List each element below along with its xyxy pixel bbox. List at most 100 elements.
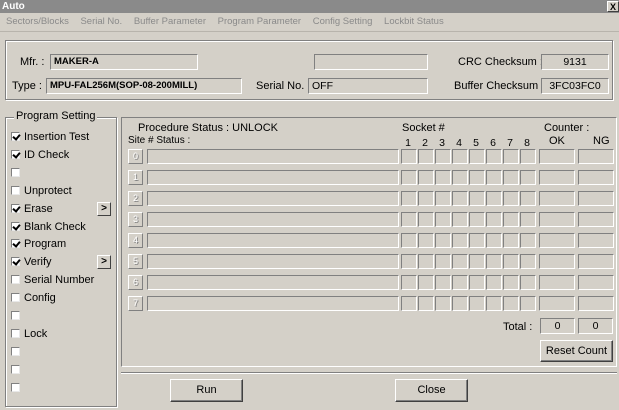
expand-arrow-button[interactable]: > (97, 255, 111, 270)
menu-item-buffer-parameter[interactable]: Buffer Parameter (134, 16, 206, 27)
socket-cell (452, 170, 468, 185)
expand-arrow-button[interactable]: > (97, 201, 111, 216)
checkbox-label: Insertion Test (24, 131, 90, 143)
checkbox-box[interactable] (11, 203, 20, 213)
menu-item-program-parameter[interactable]: Program Parameter (218, 16, 301, 27)
checkbox-blank-13[interactable] (11, 364, 24, 378)
socket-cell (401, 212, 417, 227)
site-button-1[interactable]: 1 (128, 170, 143, 185)
checkbox-box[interactable] (11, 346, 20, 356)
socket-cell (469, 296, 485, 311)
socket-cell (418, 170, 434, 185)
site-status-field (147, 233, 399, 248)
checkbox-box[interactable] (11, 257, 20, 267)
socket-cell (503, 191, 519, 206)
buffer-checksum-field: 3FC03FC0 (541, 78, 609, 94)
socket-cell (486, 149, 502, 164)
ok-count-field (539, 233, 575, 248)
site-button-6[interactable]: 6 (128, 275, 143, 290)
menu-item-config-setting[interactable]: Config Setting (313, 16, 373, 27)
checkbox-box[interactable] (11, 221, 20, 231)
checkbox-label: Blank Check (24, 220, 86, 233)
socket-cell (401, 191, 417, 206)
close-button[interactable]: Close (395, 379, 468, 402)
checkbox-blank-check[interactable]: Blank Check (11, 221, 86, 235)
checkbox-erase[interactable]: Erase (11, 203, 53, 217)
checkbox-box[interactable] (11, 185, 20, 195)
socket-cell (401, 275, 417, 290)
socket-cell (520, 170, 536, 185)
menu-bar: Sectors/Blocks Serial No. Buffer Paramet… (0, 13, 619, 32)
ok-count-field (539, 296, 575, 311)
socket-cell (435, 149, 451, 164)
socket-cell (469, 149, 485, 164)
ng-count-field (578, 149, 614, 164)
socket-cell (486, 275, 502, 290)
socket-cell (469, 233, 485, 248)
socket-cell (418, 275, 434, 290)
checkbox-serial-number[interactable]: Serial Number (11, 274, 94, 288)
ok-header: OK (549, 135, 565, 147)
socket-cell (486, 191, 502, 206)
menu-item-serial-no[interactable]: Serial No. (80, 16, 122, 27)
checkbox-verify[interactable]: Verify (11, 256, 52, 270)
socket-cell (486, 254, 502, 269)
checkbox-box[interactable] (11, 132, 20, 141)
mfr-field: MAKER-A (50, 54, 198, 70)
socket-cell (418, 254, 434, 269)
checkbox-lock[interactable]: Lock (11, 328, 47, 342)
checkbox-program[interactable]: Program (11, 238, 66, 252)
socket-cell (401, 170, 417, 185)
menu-item-sectors-blocks[interactable]: Sectors/Blocks (6, 16, 69, 27)
checkbox-insertion-test[interactable]: Insertion Test (11, 131, 89, 145)
ok-count-field (539, 170, 575, 185)
site-button-3[interactable]: 3 (128, 212, 143, 227)
checkbox-box[interactable] (11, 149, 20, 159)
checkbox-box[interactable] (11, 239, 20, 249)
socket-cell (520, 296, 536, 311)
type-field: MPU-FAL256M(SOP-08-200MILL) (46, 78, 242, 94)
checkbox-id-check[interactable]: ID Check (11, 149, 69, 163)
checkbox-blank-2[interactable] (11, 167, 24, 181)
socket-number-6: 6 (490, 137, 496, 149)
site-button-0[interactable]: 0 (128, 149, 143, 164)
checkbox-unprotect[interactable]: Unprotect (11, 185, 72, 199)
checkbox-box[interactable] (11, 328, 20, 338)
socket-number-2: 2 (422, 137, 428, 149)
checkbox-label: Verify (24, 256, 52, 269)
menu-item-lockbit-status[interactable]: Lockbit Status (384, 16, 444, 27)
checkbox-box[interactable] (11, 311, 20, 320)
socket-cell (520, 191, 536, 206)
site-status-field (147, 191, 399, 206)
checkbox-box[interactable] (11, 364, 20, 374)
ng-count-field (578, 191, 614, 206)
checkbox-box[interactable] (11, 382, 20, 392)
socket-cell (469, 170, 485, 185)
socket-cell (418, 296, 434, 311)
checkbox-box[interactable] (11, 167, 20, 177)
socket-number-4: 4 (456, 137, 462, 149)
close-icon[interactable]: X (607, 1, 619, 12)
device-info-panel: Mfr. : MAKER-A Type : MPU-FAL256M(SOP-08… (5, 40, 613, 100)
run-button[interactable]: Run (170, 379, 243, 402)
checkbox-blank-10[interactable] (11, 310, 24, 324)
checkbox-box[interactable] (11, 293, 20, 303)
window-titlebar: Auto X (0, 0, 619, 13)
checkbox-config[interactable]: Config (11, 292, 56, 306)
checkbox-label: Program (24, 238, 67, 251)
reset-count-button[interactable]: Reset Count (540, 340, 613, 362)
checkbox-blank-12[interactable] (11, 346, 24, 360)
site-button-4[interactable]: 4 (128, 233, 143, 248)
checkbox-box[interactable] (11, 275, 20, 285)
site-button-2[interactable]: 2 (128, 191, 143, 206)
site-button-5[interactable]: 5 (128, 254, 143, 269)
socket-cell (452, 191, 468, 206)
ng-count-field (578, 296, 614, 311)
checkbox-blank-14[interactable] (11, 382, 24, 396)
procedure-status: Procedure Status : UNLOCK (138, 122, 279, 134)
socket-cell (418, 191, 434, 206)
site-button-7[interactable]: 7 (128, 296, 143, 311)
crc-checksum-label: CRC Checksum : (458, 56, 543, 68)
socket-cell (435, 191, 451, 206)
type-label: Type : (12, 80, 42, 92)
